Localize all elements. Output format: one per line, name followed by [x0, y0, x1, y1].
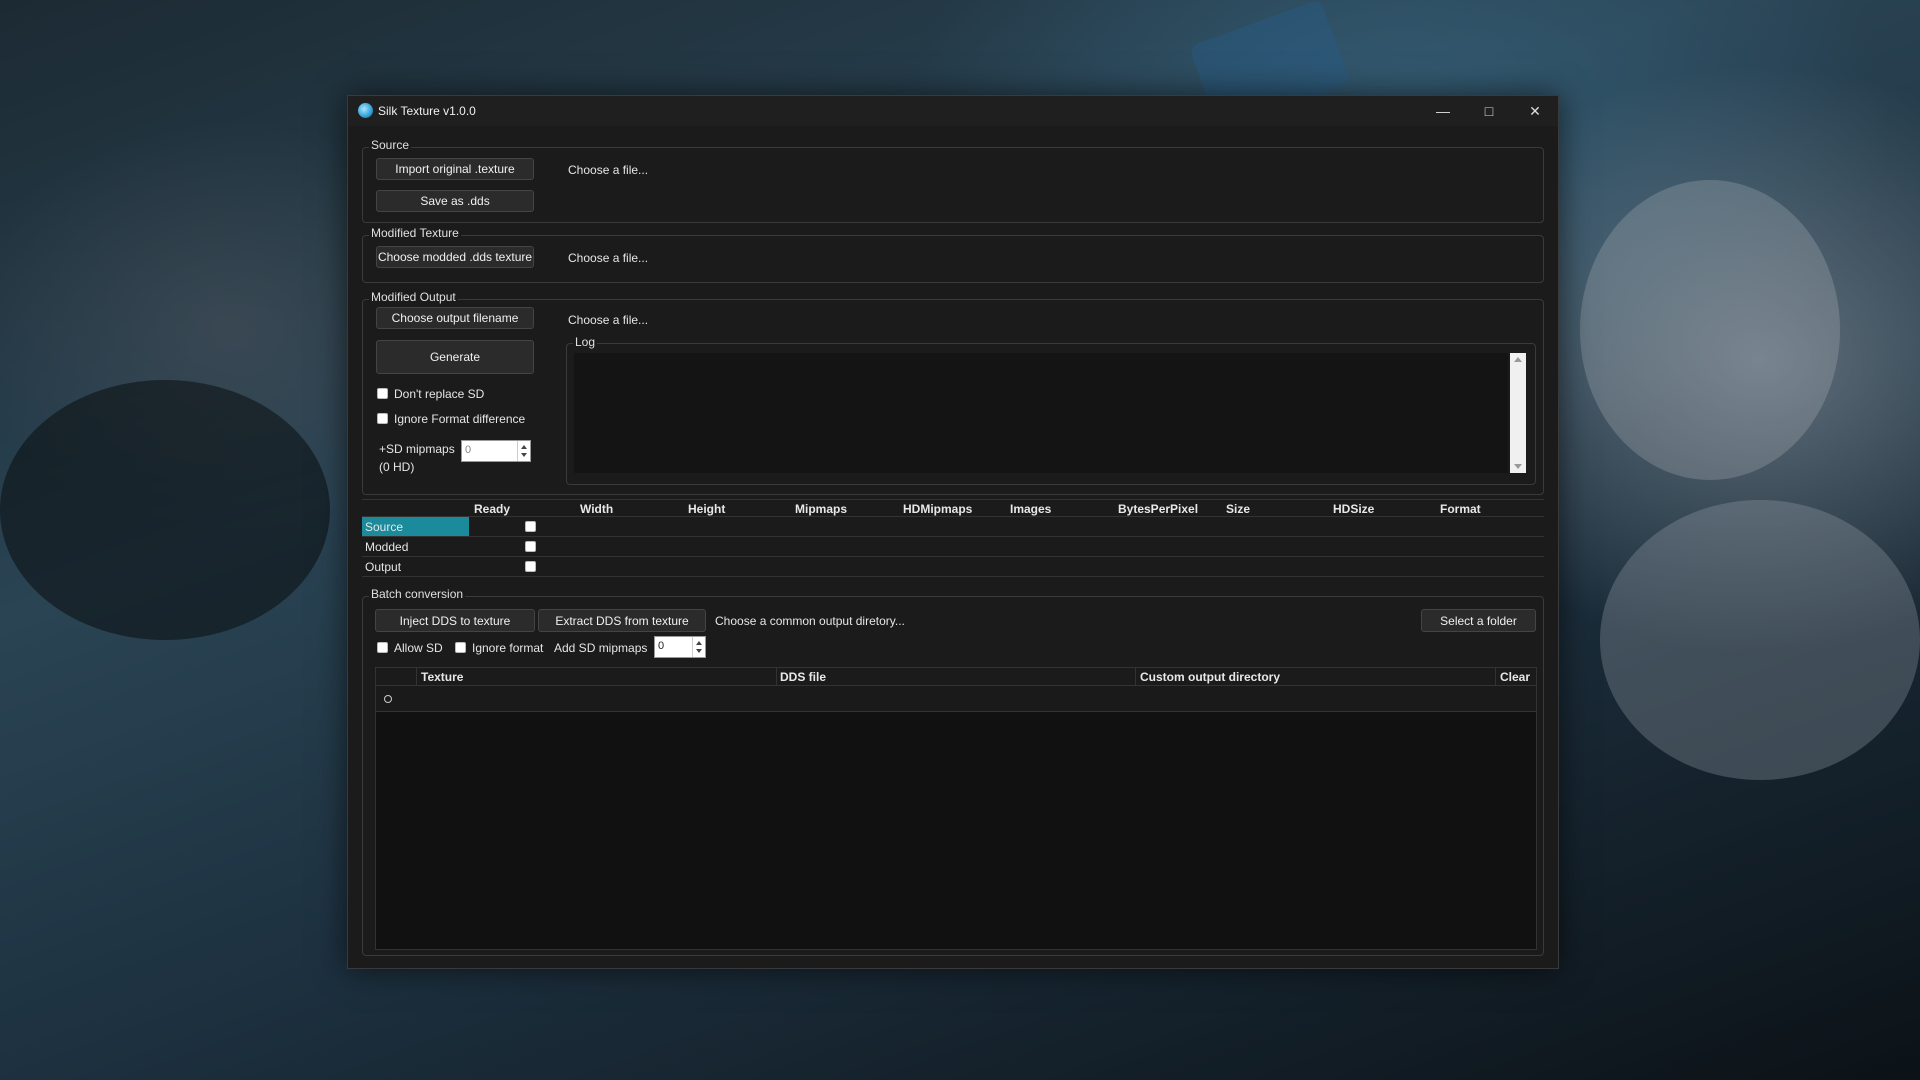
- source-group-label: Source: [369, 138, 412, 152]
- grid-line: [362, 556, 1544, 557]
- source-group: [362, 147, 1544, 223]
- batch-conversion-label: Batch conversion: [369, 587, 466, 601]
- sd-mipmaps-stepper[interactable]: 0: [461, 440, 531, 462]
- col-header-size: Size: [1226, 502, 1251, 516]
- col-header-hdmipmaps: HDMipmaps: [903, 502, 973, 516]
- col-header-ready: Ready: [474, 502, 511, 516]
- extract-dds-button[interactable]: Extract DDS from texture: [538, 609, 706, 632]
- col-header-images: Images: [1010, 502, 1052, 516]
- dont-replace-sd-checkbox[interactable]: [377, 388, 388, 399]
- choose-modded-dds-button[interactable]: Choose modded .dds texture: [376, 246, 534, 268]
- generate-button[interactable]: Generate: [376, 340, 534, 374]
- grid-line: [362, 499, 1544, 500]
- row-label-output[interactable]: Output: [365, 560, 401, 574]
- dont-replace-sd-label: Don't replace SD: [394, 387, 485, 401]
- col-header-width: Width: [580, 502, 614, 516]
- app-window: Silk Texture v1.0.0 — □ ✕ Source Import …: [347, 95, 1559, 969]
- grid-line: [362, 576, 1544, 577]
- grid-line: [362, 536, 1544, 537]
- ignore-format-label: Ignore Format difference: [394, 412, 526, 426]
- col-header-custom-output[interactable]: Custom output directory: [1140, 670, 1280, 684]
- table-header: [376, 668, 1536, 686]
- output-ready-checkbox[interactable]: [525, 561, 536, 572]
- allow-sd-label: Allow SD: [394, 641, 443, 655]
- col-header-bytesperpixel: BytesPerPixel: [1118, 502, 1199, 516]
- modded-ready-checkbox[interactable]: [525, 541, 536, 552]
- info-grid: Ready Width Height Mipmaps HDMipmaps Ima…: [362, 499, 1544, 577]
- col-header-height: Height: [688, 502, 726, 516]
- modified-texture-file-text: Choose a file...: [568, 251, 649, 265]
- title-bar[interactable]: Silk Texture v1.0.0 — □ ✕: [348, 96, 1558, 126]
- wallpaper-shape: [0, 380, 330, 640]
- add-sd-mipmaps-label: Add SD mipmaps: [554, 641, 648, 655]
- col-header-format: Format: [1440, 502, 1481, 516]
- grid-line: [1135, 668, 1136, 685]
- chevron-up-icon[interactable]: [521, 445, 527, 449]
- ignore-format-checkbox[interactable]: [377, 413, 388, 424]
- import-texture-button[interactable]: Import original .texture: [376, 158, 534, 180]
- add-sd-mipmaps-value: 0: [658, 640, 665, 652]
- modified-texture-label: Modified Texture: [369, 226, 461, 240]
- modified-texture-group: [362, 235, 1544, 283]
- wallpaper-shape: [1600, 500, 1920, 780]
- scroll-down-icon[interactable]: [1514, 464, 1522, 469]
- source-ready-checkbox[interactable]: [525, 521, 536, 532]
- chevron-down-icon[interactable]: [521, 453, 527, 457]
- new-row-marker-icon: [384, 695, 392, 703]
- chevron-down-icon[interactable]: [696, 649, 702, 653]
- choose-output-filename-button[interactable]: Choose output filename: [376, 307, 534, 329]
- col-header-clear[interactable]: Clear: [1500, 670, 1530, 684]
- source-file-text: Choose a file...: [568, 163, 649, 177]
- col-header-hdsize: HDSize: [1333, 502, 1375, 516]
- stepper-arrows[interactable]: [692, 637, 705, 657]
- app-icon: [358, 103, 373, 118]
- allow-sd-checkbox[interactable]: [377, 642, 388, 653]
- output-file-text: Choose a file...: [568, 313, 649, 327]
- row-label-modded[interactable]: Modded: [365, 540, 408, 554]
- col-header-texture[interactable]: Texture: [421, 670, 463, 684]
- batch-ignore-format-checkbox[interactable]: [455, 642, 466, 653]
- window-title: Silk Texture v1.0.0: [378, 104, 476, 118]
- grid-line: [776, 668, 777, 685]
- add-sd-mipmaps-stepper[interactable]: 0: [654, 636, 706, 658]
- log-scrollbar[interactable]: [1510, 353, 1526, 473]
- common-output-dir-text: Choose a common output diretory...: [715, 614, 905, 628]
- sd-mipmaps-hd-label: (0 HD): [379, 460, 415, 474]
- log-label: Log: [573, 335, 598, 349]
- scroll-up-icon[interactable]: [1514, 357, 1522, 362]
- sd-mipmaps-value: 0: [465, 444, 472, 456]
- chevron-up-icon[interactable]: [696, 641, 702, 645]
- maximize-icon[interactable]: □: [1466, 96, 1512, 126]
- batch-table[interactable]: Texture DDS file Custom output directory…: [375, 667, 1537, 950]
- wallpaper-shape: [1580, 180, 1840, 480]
- log-textarea[interactable]: [574, 353, 1508, 473]
- minimize-icon[interactable]: —: [1420, 96, 1466, 126]
- stepper-arrows[interactable]: [517, 441, 530, 461]
- grid-line: [362, 516, 1544, 517]
- grid-line: [1495, 668, 1496, 685]
- modified-output-label: Modified Output: [369, 290, 458, 304]
- row-label-source[interactable]: Source: [365, 520, 403, 534]
- new-row[interactable]: [376, 686, 1536, 712]
- sd-mipmaps-label: +SD mipmaps: [379, 442, 455, 456]
- save-dds-button[interactable]: Save as .dds: [376, 190, 534, 212]
- batch-ignore-format-label: Ignore format: [472, 641, 544, 655]
- close-icon[interactable]: ✕: [1512, 96, 1558, 126]
- col-header-dds-file[interactable]: DDS file: [780, 670, 826, 684]
- inject-dds-button[interactable]: Inject DDS to texture: [375, 609, 535, 632]
- select-folder-button[interactable]: Select a folder: [1421, 609, 1536, 632]
- col-header-mipmaps: Mipmaps: [795, 502, 848, 516]
